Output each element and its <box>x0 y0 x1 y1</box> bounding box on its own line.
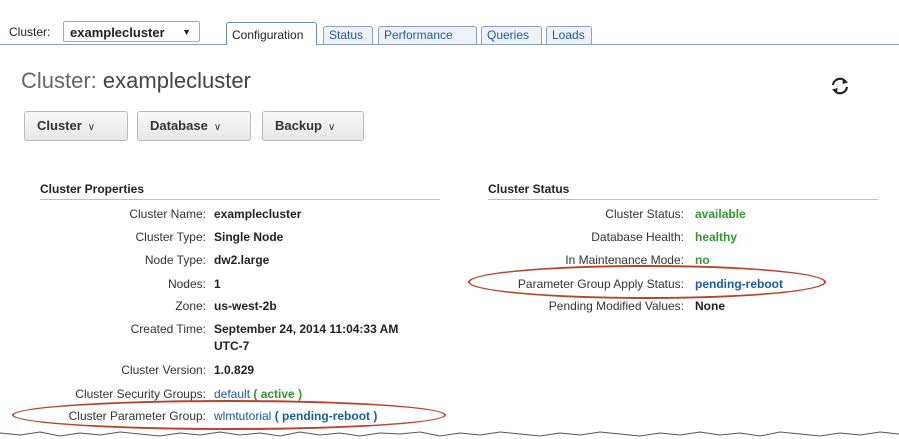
zone-label: Zone: <box>175 299 206 313</box>
created-time-value-line1: September 24, 2014 11:04:33 AM <box>214 322 399 336</box>
security-group-status: ( active ) <box>253 387 303 401</box>
created-time-label: Created Time: <box>130 322 206 336</box>
nodes-label: Nodes: <box>167 277 206 291</box>
cluster-properties-heading: Cluster Properties <box>40 182 145 196</box>
database-menu-button[interactable]: Database ∨ <box>137 111 251 141</box>
security-groups-label: Cluster Security Groups: <box>75 387 206 401</box>
security-groups-value: default ( active ) <box>214 387 302 401</box>
database-button-label: Database <box>150 118 208 133</box>
cluster-name-value: examplecluster <box>214 207 302 221</box>
cluster-select-value: examplecluster <box>70 25 165 40</box>
database-health-label: Database Health: <box>591 230 684 244</box>
tab-queries[interactable]: Queries <box>481 26 542 44</box>
cluster-name-label: Cluster Name: <box>129 207 206 221</box>
pending-modified-values-value: None <box>695 299 725 313</box>
backup-menu-button[interactable]: Backup ∨ <box>262 111 364 141</box>
cluster-type-label: Cluster Type: <box>135 230 206 244</box>
cluster-status-label: Cluster Status: <box>605 207 684 221</box>
tab-performance[interactable]: Performance <box>378 26 477 44</box>
database-health-value: healthy <box>695 230 738 244</box>
torn-edge <box>0 431 899 437</box>
pending-modified-values-label: Pending Modified Values: <box>548 299 684 313</box>
divider <box>488 199 878 200</box>
cluster-select-label: Cluster: <box>9 25 51 39</box>
zone-value: us-west-2b <box>214 299 277 313</box>
cluster-button-label: Cluster <box>37 118 82 133</box>
cluster-version-label: Cluster Version: <box>121 363 206 377</box>
page-title: Cluster: examplecluster <box>21 68 251 94</box>
divider <box>40 199 440 200</box>
chevron-down-icon: ▼ <box>182 27 191 37</box>
tab-loads[interactable]: Loads <box>546 26 592 44</box>
highlight-oval <box>12 400 446 430</box>
created-time-value-line2: UTC-7 <box>214 339 250 353</box>
node-type-label: Node Type: <box>144 253 206 267</box>
cluster-type-value: Single Node <box>214 230 284 244</box>
cluster-status-value: available <box>695 207 746 221</box>
chevron-down-icon: ∨ <box>213 122 222 133</box>
cluster-status-heading: Cluster Status <box>488 182 570 196</box>
cluster-select[interactable]: examplecluster ▼ <box>63 21 200 42</box>
page-title-prefix: Cluster: <box>21 68 97 93</box>
chevron-down-icon: ∨ <box>87 122 96 133</box>
node-type-value: dw2.large <box>214 253 270 267</box>
chevron-down-icon: ∨ <box>327 122 336 133</box>
cluster-menu-button[interactable]: Cluster ∨ <box>24 111 128 141</box>
refresh-icon[interactable] <box>829 75 851 97</box>
nodes-value: 1 <box>214 277 221 291</box>
tab-bar: Cluster: examplecluster ▼ Configuration … <box>0 0 899 45</box>
security-group-link[interactable]: default <box>214 387 250 401</box>
highlight-oval <box>468 265 826 299</box>
tab-status[interactable]: Status <box>323 26 373 44</box>
backup-button-label: Backup <box>275 118 322 133</box>
page-title-name: examplecluster <box>102 68 251 93</box>
cluster-version-value: 1.0.829 <box>214 363 255 377</box>
tab-configuration[interactable]: Configuration <box>226 22 317 45</box>
